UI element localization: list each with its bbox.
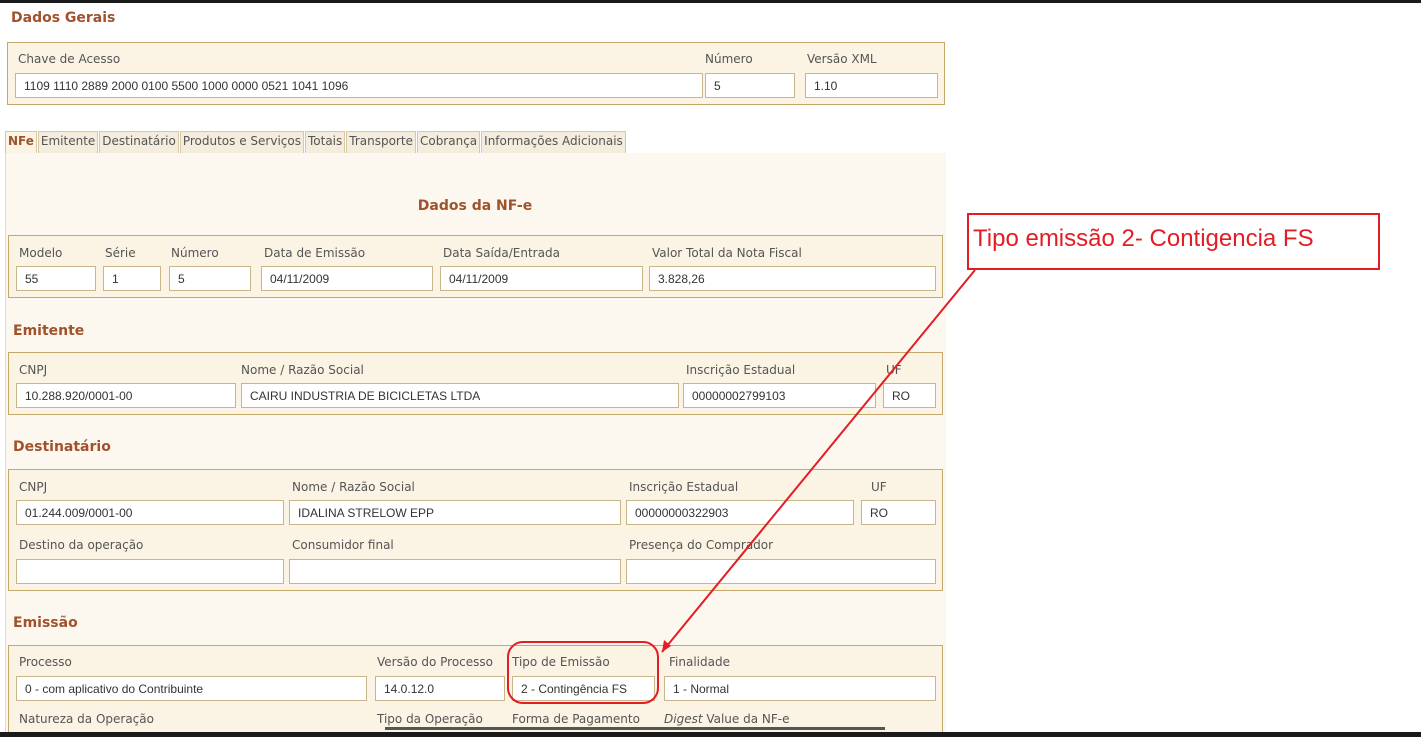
process-field[interactable]: 0 - com aplicativo do Contribuinte <box>16 676 367 701</box>
nfe-number-field[interactable]: 5 <box>169 266 251 291</box>
operation-type-label: Tipo da Operação <box>377 712 483 726</box>
purpose-field[interactable]: 1 - Normal <box>664 676 936 701</box>
emission-fieldset: Processo 0 - com aplicativo do Contribui… <box>8 645 943 732</box>
general-number-field[interactable]: 5 <box>705 73 795 98</box>
issue-date-field[interactable]: 04/11/2009 <box>261 266 433 291</box>
destination-field[interactable] <box>16 559 284 584</box>
purpose-label: Finalidade <box>669 655 730 669</box>
screenshot-frame-top <box>0 0 1421 3</box>
general-number-label: Número <box>705 52 753 66</box>
process-version-field[interactable]: 14.0.12.0 <box>375 676 505 701</box>
buyer-presence-field[interactable] <box>626 559 936 584</box>
process-version-label: Versão do Processo <box>377 655 493 669</box>
issue-date-label: Data de Emissão <box>264 246 366 260</box>
general-title: Dados Gerais <box>11 10 116 26</box>
issuer-cnpj-label: CNPJ <box>19 363 48 377</box>
access-key-field[interactable]: 1109 1110 2889 2000 0100 5500 1000 0000 … <box>15 73 703 98</box>
emission-type-highlight <box>507 641 659 704</box>
digest-label-italic: Digest <box>664 712 703 726</box>
issuer-uf-label: UF <box>886 363 902 377</box>
exit-date-field[interactable]: 04/11/2009 <box>440 266 643 291</box>
recipient-uf-label: UF <box>871 480 887 494</box>
nfe-tabs: NFe Emitente Destinatário Produtos e Ser… <box>5 131 627 153</box>
digest-label-rest: Value da NF-e <box>702 712 790 726</box>
final-consumer-field[interactable] <box>289 559 621 584</box>
process-label: Processo <box>19 655 72 669</box>
series-label: Série <box>105 246 136 260</box>
tab-destinatario[interactable]: Destinatário <box>99 131 179 153</box>
nfe-fieldset: Modelo 55 Série 1 Número 5 Data de Emiss… <box>8 235 943 298</box>
issuer-fieldset: CNPJ 10.288.920/0001-00 Nome / Razão Soc… <box>8 352 943 415</box>
recipient-name-label: Nome / Razão Social <box>292 480 415 494</box>
recipient-uf-field[interactable]: RO <box>861 500 936 525</box>
recipient-cnpj-label: CNPJ <box>19 480 48 494</box>
recipient-ie-field[interactable]: 00000000322903 <box>626 500 854 525</box>
nfe-number-label: Número <box>171 246 219 260</box>
general-fieldset: Chave de Acesso 1109 1110 2889 2000 0100… <box>7 42 945 105</box>
issuer-ie-label: Inscrição Estadual <box>686 363 796 377</box>
total-field[interactable]: 3.828,26 <box>649 266 936 291</box>
model-label: Modelo <box>19 246 63 260</box>
emission-title: Emissão <box>13 615 78 631</box>
buyer-presence-label: Presença do Comprador <box>629 538 774 552</box>
exit-date-label: Data Saída/Entrada <box>443 246 560 260</box>
recipient-cnpj-field[interactable]: 01.244.009/0001-00 <box>16 500 284 525</box>
tab-emitente[interactable]: Emitente <box>37 131 99 153</box>
tab-produtos-servicos[interactable]: Produtos e Serviços <box>179 131 304 153</box>
series-field[interactable]: 1 <box>103 266 161 291</box>
payment-label: Forma de Pagamento <box>512 712 640 726</box>
digest-label: Digest Value da NF-e <box>664 712 790 726</box>
xml-version-field[interactable]: 1.10 <box>805 73 938 98</box>
xml-version-label: Versão XML <box>807 52 877 66</box>
annotation-callout: Tipo emissão 2- Contigencia FS <box>967 213 1380 270</box>
issuer-ie-field[interactable]: 00000002799103 <box>683 383 876 408</box>
total-label: Valor Total da Nota Fiscal <box>652 246 802 260</box>
issuer-title: Emitente <box>13 323 85 339</box>
destination-label: Destino da operação <box>19 538 144 552</box>
access-key-label: Chave de Acesso <box>18 52 121 66</box>
bottom-scroll-edge <box>385 727 885 730</box>
tab-nfe[interactable]: NFe <box>5 131 37 153</box>
issuer-name-field[interactable]: CAIRU INDUSTRIA DE BICICLETAS LTDA <box>241 383 679 408</box>
tab-transporte[interactable]: Transporte <box>346 131 416 153</box>
recipient-title: Destinatário <box>13 439 111 455</box>
issuer-name-label: Nome / Razão Social <box>241 363 364 377</box>
issuer-uf-field[interactable]: RO <box>883 383 936 408</box>
tab-cobranca[interactable]: Cobrança <box>416 131 481 153</box>
final-consumer-label: Consumidor final <box>292 538 394 552</box>
model-field[interactable]: 55 <box>16 266 96 291</box>
nature-label: Natureza da Operação <box>19 712 154 726</box>
nfe-section-title: Dados da NF-e <box>417 198 533 214</box>
tab-informacoes-adicionais[interactable]: Informações Adicionais <box>481 131 626 153</box>
recipient-ie-label: Inscrição Estadual <box>629 480 739 494</box>
screenshot-frame-bottom <box>0 732 1421 737</box>
issuer-cnpj-field[interactable]: 10.288.920/0001-00 <box>16 383 236 408</box>
tab-totais[interactable]: Totais <box>304 131 346 153</box>
recipient-name-field[interactable]: IDALINA STRELOW EPP <box>289 500 621 525</box>
recipient-fieldset: CNPJ 01.244.009/0001-00 Nome / Razão Soc… <box>8 469 943 591</box>
